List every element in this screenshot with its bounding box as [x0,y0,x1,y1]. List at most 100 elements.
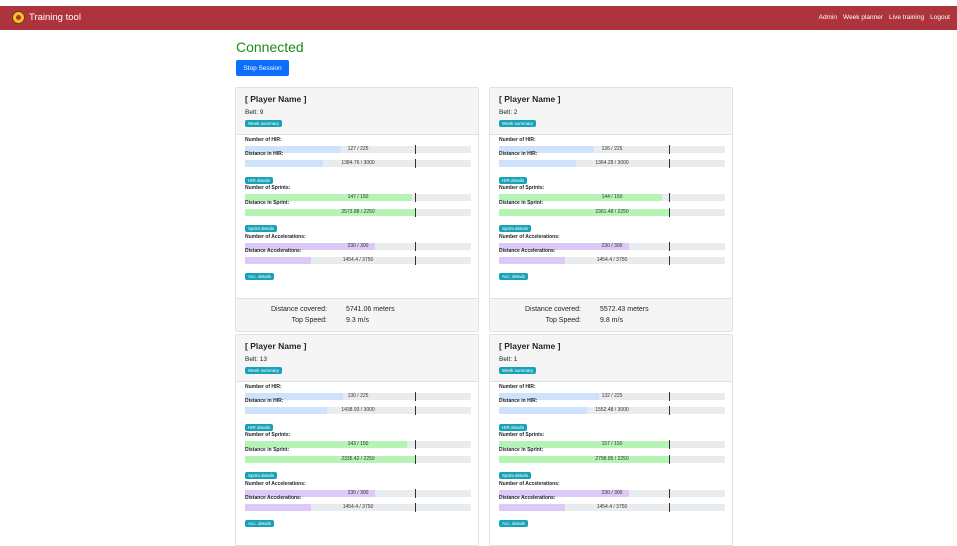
acc-count-label: Number of Accelerations: [499,234,560,240]
player-belt: Belt: 9 [245,109,264,116]
stop-session-button[interactable]: Stop Session [236,60,289,76]
player-card: [ Player Name ] Belt: 13 Week summary Nu… [235,334,479,546]
top-speed-label: Top Speed: [545,317,581,324]
acc-distance-progress-bar: 1454.4 / 3750 [499,256,725,265]
nav-link-logout[interactable]: Logout [930,14,950,21]
acc-count-label: Number of Accelerations: [499,481,560,487]
sprint-distance-label: Distance in Sprint: [499,447,544,453]
card-body: Number of HIR: 130 / 225 Distance in HIR… [236,382,478,545]
acc-distance-progress-bar: 1454.4 / 3750 [499,503,725,512]
hir-details-button[interactable]: HIR details [499,424,528,431]
sprint-distance-progress-bar: 2335.42 / 2250 [245,455,471,464]
hir-count-label: Number of HIR: [245,137,282,143]
acc-distance-label: Distance Accelerations: [245,248,302,254]
progress-text: 1454.4 / 3750 [342,257,374,263]
logo-icon [12,11,25,24]
progress-text: 1454.4 / 3750 [596,504,628,510]
distance-covered-label: Distance covered: [524,306,581,313]
sprint-count-label: Number of Sprints: [245,185,291,191]
brand[interactable]: Training tool [12,11,81,24]
hir-count-label: Number of HIR: [245,384,282,390]
distance-covered-value: 5572.43 meters [600,306,649,313]
sprint-count-label: Number of Sprints: [499,185,545,191]
acc-count-label: Number of Accelerations: [245,234,306,240]
player-card: [ Player Name ] Belt: 2 Week summary Num… [489,87,733,332]
top-speed-label: Top Speed: [291,317,327,324]
acc-distance-label: Distance Accelerations: [245,495,302,501]
acc-details-button[interactable]: Acc. details [499,520,529,527]
distance-covered-value: 5741.06 meters [346,306,395,313]
acc-details-button[interactable]: Acc. details [245,520,275,527]
nav-link-admin[interactable]: Admin [819,14,837,21]
nav-link-live-training[interactable]: Live training [889,14,924,21]
card-footer: Distance covered: 5572.43 meters Top Spe… [490,298,732,331]
progress-text: 2335.42 / 2250 [341,456,375,462]
player-name: [ Player Name ] [499,94,561,104]
card-body: Number of HIR: 126 / 225 Distance in HIR… [490,135,732,298]
card-body: Number of HIR: 132 / 225 Distance in HIR… [490,382,732,545]
progress-text: 1384.76 / 3000 [341,160,375,166]
hir-distance-progress-bar: 1552.48 / 3000 [499,406,725,415]
card-header: [ Player Name ] Belt: 9 Week summary [236,88,478,135]
hir-count-label: Number of HIR: [499,137,536,143]
hir-distance-progress-bar: 1438.93 / 3000 [245,406,471,415]
nav-link-week-planner[interactable]: Week planner [843,14,883,21]
acc-distance-progress-bar: 1454.4 / 3750 [245,256,471,265]
player-name: [ Player Name ] [245,341,307,351]
connection-status: Connected [236,39,304,55]
hir-distance-label: Distance in HIR: [499,151,538,157]
sprint-distance-label: Distance in Sprint: [499,200,544,206]
acc-distance-label: Distance Accelerations: [499,248,556,254]
progress-text: 2798.85 / 2250 [595,456,629,462]
progress-text: 1454.4 / 3750 [342,504,374,510]
week-summary-button[interactable]: Week summary [499,367,537,374]
hir-distance-progress-bar: 1364.28 / 3000 [499,159,725,168]
brand-title: Training tool [29,12,81,23]
acc-count-label: Number of Accelerations: [245,481,306,487]
player-name: [ Player Name ] [499,341,561,351]
hir-distance-label: Distance in HIR: [245,398,284,404]
acc-distance-progress-bar: 1454.4 / 3750 [245,503,471,512]
nav-links: Admin Week planner Live training Logout [819,14,950,21]
hir-distance-progress-bar: 1384.76 / 3000 [245,159,471,168]
sprint-details-button[interactable]: Sprint details [499,225,532,232]
progress-text: 1438.93 / 3000 [341,407,375,413]
sprint-distance-progress-bar: 2573.88 / 2250 [245,208,471,217]
week-summary-button[interactable]: Week summary [245,367,283,374]
hir-details-button[interactable]: HIR details [245,424,274,431]
player-name: [ Player Name ] [245,94,307,104]
progress-text: 2361.48 / 2250 [595,209,629,215]
hir-details-button[interactable]: HIR details [499,177,528,184]
week-summary-button[interactable]: Week summary [245,120,283,127]
player-belt: Belt: 2 [499,109,518,116]
progress-text: 1454.4 / 3750 [596,257,628,263]
progress-text: 2573.88 / 2250 [341,209,375,215]
sprint-distance-progress-bar: 2361.48 / 2250 [499,208,725,217]
player-belt: Belt: 1 [499,356,518,363]
card-footer: Distance covered: 5741.06 meters Top Spe… [236,298,478,331]
distance-covered-label: Distance covered: [270,306,327,313]
top-speed-value: 9.8 m/s [600,317,623,324]
acc-details-button[interactable]: Acc. details [245,273,275,280]
card-header: [ Player Name ] Belt: 13 Week summary [236,335,478,382]
sprint-distance-progress-bar: 2798.85 / 2250 [499,455,725,464]
sprint-details-button[interactable]: Sprint details [499,472,532,479]
sprint-distance-label: Distance in Sprint: [245,200,290,206]
sprint-distance-label: Distance in Sprint: [245,447,290,453]
card-header: [ Player Name ] Belt: 1 Week summary [490,335,732,382]
week-summary-button[interactable]: Week summary [499,120,537,127]
acc-details-button[interactable]: Acc. details [499,273,529,280]
hir-details-button[interactable]: HIR details [245,177,274,184]
acc-distance-label: Distance Accelerations: [499,495,556,501]
progress-text: 1552.48 / 3000 [595,407,629,413]
card-header: [ Player Name ] Belt: 2 Week summary [490,88,732,135]
sprint-count-label: Number of Sprints: [245,432,291,438]
hir-distance-label: Distance in HIR: [245,151,284,157]
top-speed-value: 9.3 m/s [346,317,369,324]
sprint-details-button[interactable]: Sprint details [245,225,278,232]
top-navbar: Training tool Admin Week planner Live tr… [0,6,957,30]
progress-text: 1364.28 / 3000 [595,160,629,166]
card-body: Number of HIR: 127 / 225 Distance in HIR… [236,135,478,298]
player-card: [ Player Name ] Belt: 9 Week summary Num… [235,87,479,332]
sprint-details-button[interactable]: Sprint details [245,472,278,479]
